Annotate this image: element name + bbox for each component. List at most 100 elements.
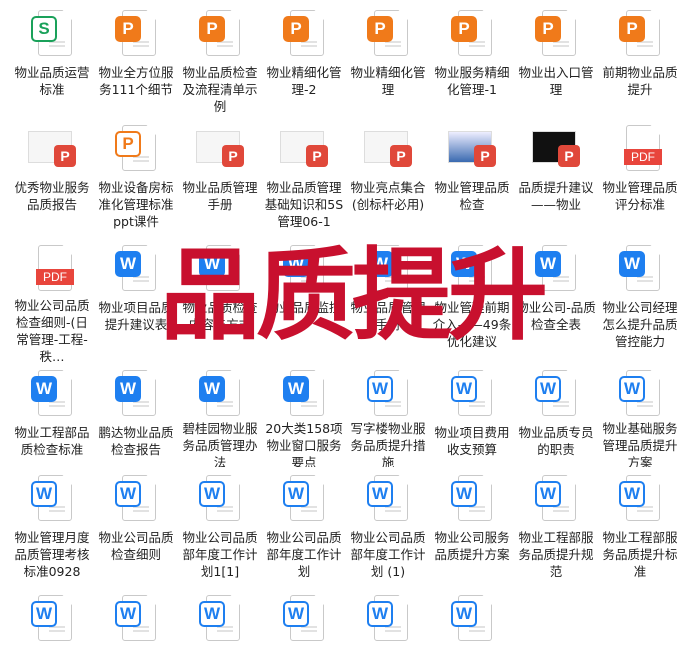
file-item[interactable]: W 物业基础服务管理品质提升方案 bbox=[598, 368, 682, 467]
file-item[interactable]: W bbox=[10, 593, 94, 649]
file-item[interactable]: W 物业工程部品质检查标准 bbox=[10, 368, 94, 467]
word-file-icon: W bbox=[112, 243, 160, 293]
file-item[interactable]: W bbox=[346, 593, 430, 649]
file-item[interactable]: W 物业公司品质检查细则 bbox=[94, 473, 178, 587]
file-type-badge: W bbox=[115, 481, 141, 507]
file-item[interactable]: W 物业项目费用收支预算 bbox=[430, 368, 514, 467]
word-file-icon: W bbox=[448, 368, 496, 418]
file-item[interactable]: P 优秀物业服务品质报告 bbox=[10, 123, 94, 237]
spreadsheet-file-icon: S bbox=[28, 8, 76, 58]
file-type-badge: W bbox=[115, 376, 141, 402]
file-item[interactable]: W 物业品质专员的职责 bbox=[514, 368, 598, 467]
file-name: 碧桂园物业服务品质管理办法 bbox=[182, 421, 258, 467]
file-item[interactable]: W 物业项目品质提升建议表 bbox=[94, 243, 178, 362]
file-type-badge: W bbox=[619, 481, 645, 507]
file-item[interactable]: W 物业公司-品质检查全表 bbox=[514, 243, 598, 362]
file-name: 物业品质管理基础知识和5S管理06-1 bbox=[264, 180, 344, 229]
file-type-badge: PDF bbox=[624, 149, 662, 165]
word-file-icon: W bbox=[532, 243, 580, 293]
file-item[interactable]: W 物业公司品质部年度工作计划1[1] bbox=[178, 473, 262, 587]
file-type-badge: W bbox=[199, 481, 225, 507]
file-type-badge: P bbox=[222, 145, 244, 167]
file-item[interactable]: P 物业品质管理手册 bbox=[178, 123, 262, 237]
file-item[interactable]: W 碧桂园物业服务品质管理办法 bbox=[178, 368, 262, 467]
presentation-file-icon: P bbox=[364, 8, 412, 58]
file-item[interactable]: P 物业设备房标准化管理标准ppt课件 bbox=[94, 123, 178, 237]
file-item[interactable]: W 物业公司品质部年度工作计划 (1) bbox=[346, 473, 430, 587]
file-item[interactable]: W 物业工程部服务品质提升规范 bbox=[514, 473, 598, 587]
file-name: 物业公司经理怎么提升品质管控能力 bbox=[602, 300, 678, 349]
word-file-icon: W bbox=[364, 243, 412, 293]
file-item[interactable]: W 物业公司经理怎么提升品质管控能力 bbox=[598, 243, 682, 362]
word-file-icon: W bbox=[532, 368, 580, 418]
file-type-badge: P bbox=[474, 145, 496, 167]
file-name: 物业基础服务管理品质提升方案 bbox=[602, 421, 678, 467]
file-type-badge: W bbox=[283, 251, 309, 277]
presentation-thumbnail-icon: P bbox=[196, 123, 244, 173]
file-type-badge: W bbox=[367, 601, 393, 627]
file-item[interactable]: P 物业管理品质检查 bbox=[430, 123, 514, 237]
file-name: 物业精细化管理-2 bbox=[266, 65, 342, 97]
file-item[interactable]: S 物业品质运营标准 bbox=[10, 8, 94, 117]
file-item[interactable]: P 物业精细化管理 bbox=[346, 8, 430, 117]
file-name: 物业精细化管理 bbox=[350, 65, 426, 97]
file-name: 写字楼物业服务品质提升措施 bbox=[350, 421, 426, 467]
presentation-file-icon: P bbox=[616, 8, 664, 58]
file-item[interactable]: P 物业全方位服务111个细节 bbox=[94, 8, 178, 117]
file-type-badge: W bbox=[451, 481, 477, 507]
file-item[interactable]: W bbox=[262, 593, 346, 649]
file-type-badge: P bbox=[306, 145, 328, 167]
file-type-badge: P bbox=[199, 16, 225, 42]
file-name: 物业品质监控 bbox=[266, 300, 342, 315]
file-item[interactable]: W 写字楼物业服务品质提升措施 bbox=[346, 368, 430, 467]
file-item[interactable]: W 20大类158项物业窗口服务要点 bbox=[262, 368, 346, 467]
file-item[interactable]: W 鹏达物业品质检查报告 bbox=[94, 368, 178, 467]
word-file-icon: W bbox=[196, 473, 244, 523]
file-item[interactable]: W bbox=[94, 593, 178, 649]
file-type-badge: P bbox=[558, 145, 580, 167]
file-item[interactable]: P 物业服务精细化管理-1 bbox=[430, 8, 514, 117]
file-item[interactable]: W 物业品质监控 bbox=[262, 243, 346, 362]
file-name: 物业出入口管理 bbox=[518, 65, 594, 97]
file-type-badge: W bbox=[535, 481, 561, 507]
file-item[interactable]: W 物业管理月度品质管理考核标准0928 bbox=[10, 473, 94, 587]
file-name: 物业公司-品质检查全表 bbox=[516, 300, 596, 332]
word-file-icon: W bbox=[28, 593, 76, 643]
file-item[interactable]: P 物业精细化管理-2 bbox=[262, 8, 346, 117]
file-type-badge: P bbox=[451, 16, 477, 42]
word-file-icon: W bbox=[616, 243, 664, 293]
file-name: 物业公司品质检查细则-(日常管理-工程-秩… bbox=[14, 297, 90, 362]
file-item[interactable]: P 物业品质管理基础知识和5S管理06-1 bbox=[262, 123, 346, 237]
file-name: 鹏达物业品质检查报告 bbox=[98, 425, 174, 457]
file-item[interactable]: W bbox=[178, 593, 262, 649]
file-item[interactable]: W 物业公司服务品质提升方案 bbox=[430, 473, 514, 587]
word-file-icon: W bbox=[280, 368, 328, 416]
file-item[interactable]: W 物业工程部服务品质提升标准 bbox=[598, 473, 682, 587]
file-item[interactable]: P 品质提升建议——物业 bbox=[514, 123, 598, 237]
file-item[interactable]: P 物业亮点集合(创标杆必用) bbox=[346, 123, 430, 237]
presentation-file-icon: P bbox=[112, 8, 160, 58]
file-item[interactable]: PDF 物业公司品质检查细则-(日常管理-工程-秩… bbox=[10, 243, 94, 362]
presentation-file-icon: P bbox=[196, 8, 244, 58]
file-item[interactable]: W bbox=[430, 593, 514, 649]
file-item[interactable]: P 前期物业品质提升 bbox=[598, 8, 682, 117]
file-name: 物业管理前期介入——49条优化建议 bbox=[432, 300, 512, 349]
file-name: 物业品质检查内容与方式 bbox=[182, 300, 258, 332]
file-item[interactable]: W 物业品质检查内容与方式 bbox=[178, 243, 262, 362]
file-type-badge: P bbox=[115, 131, 141, 157]
file-item[interactable]: P 物业品质检查及流程清单示例 bbox=[178, 8, 262, 117]
file-item[interactable]: W 物业公司品质部年度工作计划 bbox=[262, 473, 346, 587]
file-item[interactable]: W 物业品质管理手册 bbox=[346, 243, 430, 362]
file-item[interactable]: PDF 物业管理品质评分标准 bbox=[598, 123, 682, 237]
word-file-icon: W bbox=[532, 473, 580, 523]
file-item[interactable]: P 物业出入口管理 bbox=[514, 8, 598, 117]
presentation-thumbnail-icon: P bbox=[364, 123, 412, 173]
word-file-icon: W bbox=[196, 243, 244, 293]
file-type-badge: P bbox=[619, 16, 645, 42]
word-file-icon: W bbox=[364, 368, 412, 416]
word-file-icon: W bbox=[616, 368, 664, 416]
word-file-icon: W bbox=[112, 473, 160, 523]
word-file-icon: W bbox=[280, 593, 328, 643]
file-item[interactable]: W 物业管理前期介入——49条优化建议 bbox=[430, 243, 514, 362]
file-name: 物业工程部服务品质提升标准 bbox=[602, 530, 678, 579]
